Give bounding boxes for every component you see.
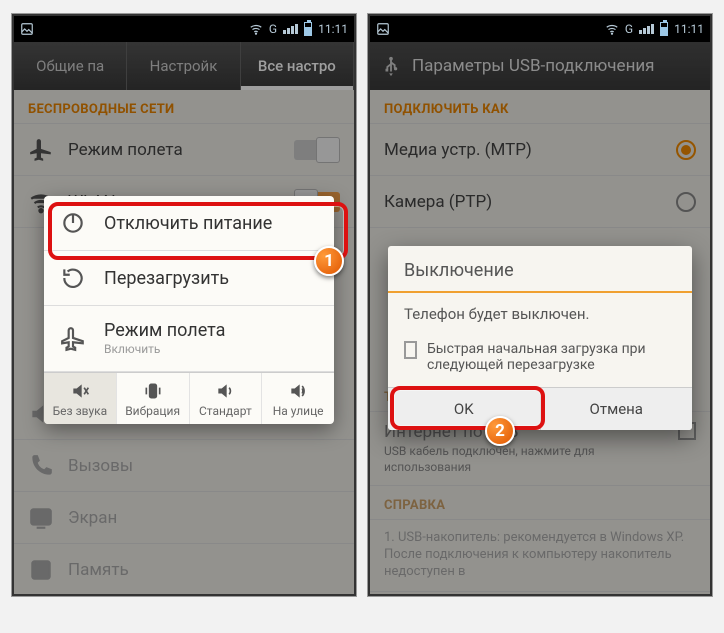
power-icon: [60, 210, 86, 236]
power-menu: Отключить питание Перезагрузить Режим по…: [44, 196, 334, 424]
sound-label: На улице: [273, 404, 324, 418]
picture-icon: [376, 22, 390, 36]
sound-vibrate[interactable]: Вибрация: [117, 373, 190, 424]
airplane-icon: [60, 326, 86, 352]
battery-icon: [304, 22, 312, 36]
sound-label: Стандарт: [199, 404, 252, 418]
wifi-icon: [249, 22, 263, 36]
status-bar: G 11:11: [370, 16, 710, 42]
sound-standard[interactable]: Стандарт: [190, 373, 263, 424]
signal-icon: [639, 24, 654, 34]
sound-mode-row: Без звука Вибрация Стандарт На улице: [44, 372, 334, 424]
ok-button[interactable]: OK: [388, 388, 540, 430]
sound-outdoor[interactable]: На улице: [262, 373, 334, 424]
signal-icon: [283, 24, 298, 34]
airplane-label: Режим полета: [104, 320, 225, 341]
checkbox-fastboot[interactable]: [404, 341, 417, 359]
sound-label: Без звука: [53, 404, 108, 418]
dialog-title: Выключение: [388, 246, 692, 293]
dialog-fastboot-row[interactable]: Быстрая начальная загрузка при следующей…: [388, 335, 692, 387]
phone-right: G 11:11 Параметры USB-подключения ПОДКЛЮ…: [368, 14, 712, 596]
reboot-label: Перезагрузить: [104, 268, 229, 289]
dialog-buttons: OK Отмена: [388, 387, 692, 430]
net-label: G: [625, 22, 633, 36]
phone-left: G 11:11 Общие па Настройк Все настро БЕС…: [12, 14, 356, 596]
clock: 11:11: [674, 22, 704, 36]
power-off-item[interactable]: Отключить питание: [44, 196, 334, 251]
status-bar: G 11:11: [14, 16, 354, 42]
reboot-icon: [60, 265, 86, 291]
sound-silent[interactable]: Без звука: [44, 373, 117, 424]
wifi-icon: [605, 22, 619, 36]
net-label: G: [269, 22, 277, 36]
airplane-item[interactable]: Режим полета Включить: [44, 306, 334, 372]
battery-icon: [660, 22, 668, 36]
clock: 11:11: [318, 22, 348, 36]
shutdown-dialog: Выключение Телефон будет выключен. Быстр…: [388, 246, 692, 430]
picture-icon: [20, 22, 34, 36]
fastboot-label: Быстрая начальная загрузка при следующей…: [427, 341, 676, 373]
cancel-button[interactable]: Отмена: [540, 388, 693, 430]
dialog-message: Телефон будет выключен.: [388, 293, 692, 335]
airplane-sub: Включить: [104, 342, 160, 356]
sound-label: Вибрация: [125, 404, 180, 418]
power-off-label: Отключить питание: [104, 213, 272, 234]
reboot-item[interactable]: Перезагрузить: [44, 251, 334, 306]
